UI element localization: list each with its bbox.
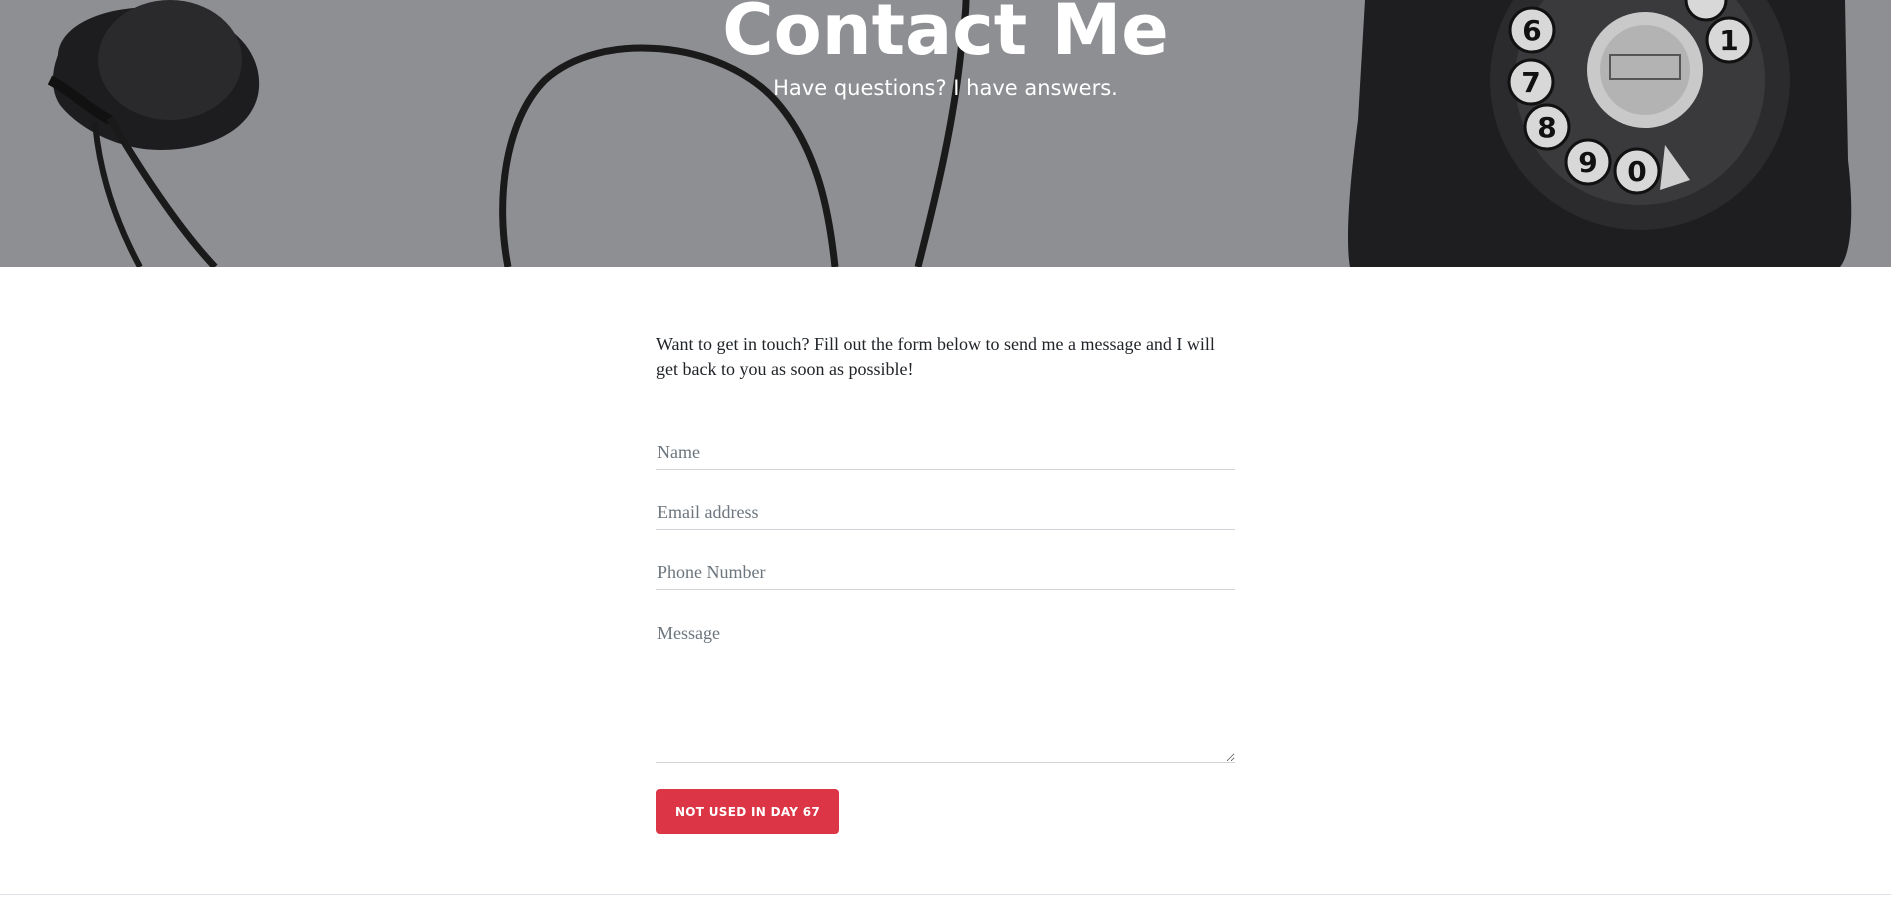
intro-text: Want to get in touch? Fill out the form … <box>656 334 1215 379</box>
message-field[interactable] <box>656 621 1235 763</box>
phone-field[interactable] <box>656 555 1235 590</box>
page-header: 6 7 8 9 0 1 Contact Me Have questions? I… <box>0 0 1891 267</box>
email-field[interactable] <box>656 495 1235 530</box>
send-button[interactable]: NOT USED IN DAY 67 <box>656 789 839 834</box>
svg-text:0: 0 <box>1627 155 1646 188</box>
page-subtitle: Have questions? I have answers. <box>773 76 1118 100</box>
svg-text:8: 8 <box>1537 111 1556 144</box>
footer-divider <box>0 894 1891 895</box>
page-title: Contact Me <box>722 0 1169 71</box>
name-field[interactable] <box>656 435 1235 470</box>
svg-text:9: 9 <box>1578 146 1597 179</box>
